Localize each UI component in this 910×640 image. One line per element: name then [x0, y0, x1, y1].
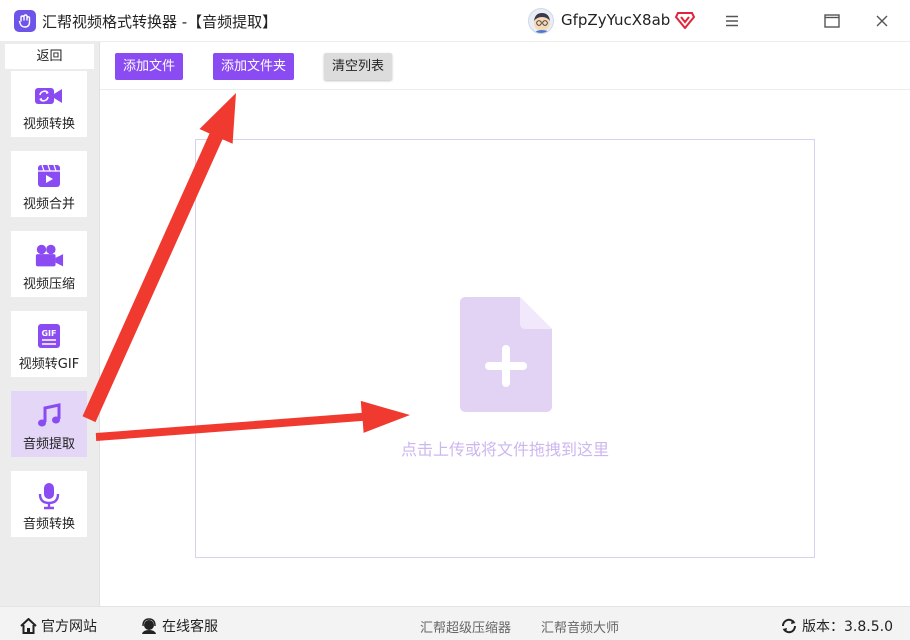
clear-list-button[interactable]: 清空列表 [324, 53, 392, 80]
version-label: 版本：3.8.5.0 [802, 619, 893, 635]
maximize-icon[interactable] [820, 10, 844, 32]
video-compress-icon [34, 243, 64, 269]
sidebar: 返回 视频转换 视频合并 视频压缩 GIF 视频转GIF 音频提取 音频转换 [0, 42, 100, 606]
title-bar: 汇帮视频格式转换器 -【音频提取】 GfpZyYucX8ab [0, 0, 910, 42]
sidebar-item-label: 视频合并 [22, 197, 75, 212]
close-icon[interactable] [870, 10, 894, 32]
file-add-icon[interactable] [460, 297, 552, 412]
file-drop-zone[interactable]: 点击上传或将文件拖拽到这里 [195, 139, 815, 558]
toolbar: 添加文件 添加文件夹 清空列表 [100, 42, 910, 90]
sidebar-item-label: 音频提取 [22, 437, 75, 452]
sidebar-item-label: 视频转GIF [18, 357, 80, 372]
status-bar: 官方网站 在线客服 汇帮超级压缩器 汇帮音频大师 版本：3.8.5.0 [0, 606, 910, 640]
audio-master-link[interactable]: 汇帮音频大师 [541, 617, 619, 636]
version-info[interactable]: 版本：3.8.5.0 [780, 616, 893, 636]
svg-text:GIF: GIF [41, 329, 56, 338]
sidebar-item-video-merge[interactable]: 视频合并 [11, 151, 87, 217]
home-icon [20, 618, 37, 634]
app-logo-icon [14, 10, 36, 32]
menu-icon[interactable] [720, 10, 744, 32]
add-folder-button[interactable]: 添加文件夹 [213, 53, 294, 80]
drop-hint-text[interactable]: 点击上传或将文件拖拽到这里 [196, 436, 814, 460]
sidebar-item-label: 音频转换 [22, 517, 75, 532]
add-file-button[interactable]: 添加文件 [115, 53, 183, 80]
sidebar-item-audio-convert[interactable]: 音频转换 [11, 471, 87, 537]
gif-icon: GIF [34, 323, 64, 349]
sidebar-item-audio-extract[interactable]: 音频提取 [11, 391, 87, 457]
online-support-label: 在线客服 [162, 619, 218, 635]
sidebar-item-video-compress[interactable]: 视频压缩 [11, 231, 87, 297]
back-button[interactable]: 返回 [5, 44, 94, 69]
app-title: 汇帮视频格式转换器 -【音频提取】 [42, 13, 278, 31]
video-merge-icon [34, 163, 64, 189]
sidebar-item-video-to-gif[interactable]: GIF 视频转GIF [11, 311, 87, 377]
customer-service-icon [142, 618, 156, 634]
video-convert-icon [34, 83, 64, 109]
music-note-icon [34, 403, 64, 429]
user-avatar[interactable] [528, 8, 554, 34]
vip-diamond-icon[interactable] [674, 11, 696, 30]
username[interactable]: GfpZyYucX8ab [561, 11, 670, 29]
refresh-icon [781, 618, 797, 634]
sidebar-item-label: 视频转换 [22, 117, 75, 132]
app-window: 汇帮视频格式转换器 -【音频提取】 GfpZyYucX8ab 返回 视频转换 视… [0, 0, 910, 640]
microphone-icon [34, 483, 64, 510]
sidebar-item-video-convert[interactable]: 视频转换 [11, 71, 87, 137]
official-website-link[interactable]: 官方网站 [20, 616, 97, 636]
compressor-link[interactable]: 汇帮超级压缩器 [420, 617, 511, 636]
official-website-label: 官方网站 [41, 619, 97, 635]
sidebar-item-label: 视频压缩 [22, 277, 75, 292]
online-support-link[interactable]: 在线客服 [140, 616, 218, 636]
